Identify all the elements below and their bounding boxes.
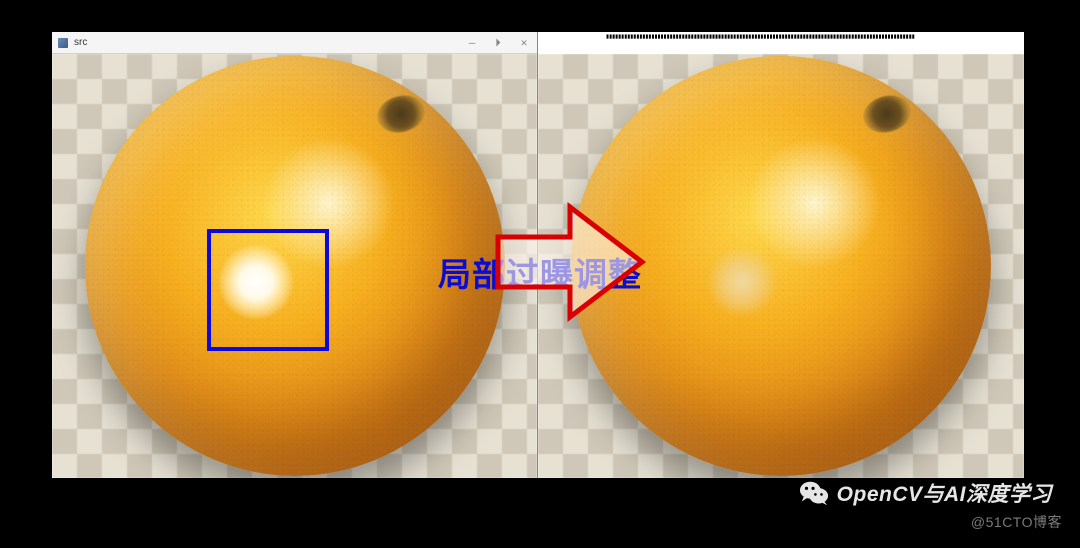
orange-fruit [571,56,991,476]
wechat-icon [799,478,829,508]
watermark: OpenCV与AI深度学习 [799,478,1052,508]
top-markers: ▮▮▮▮▮▮▮▮▮▮▮▮▮▮▮▮▮▮▮▮▮▮▮▮▮▮▮▮▮▮▮▮▮▮▮▮▮▮▮▮… [606,34,956,42]
corrected-highlight [705,245,779,319]
titlebar-right: ▮▮▮▮▮▮▮▮▮▮▮▮▮▮▮▮▮▮▮▮▮▮▮▮▮▮▮▮▮▮▮▮▮▮▮▮▮▮▮▮… [538,32,1024,54]
restore-button[interactable]: ⏵ [491,36,505,50]
window-controls: — ⏵ ✕ [465,36,531,50]
credit-text: @51CTO博客 [971,512,1062,532]
watermark-text: OpenCV与AI深度学习 [837,478,1052,508]
highlight-box [207,229,329,351]
close-button[interactable]: ✕ [517,36,531,50]
minimize-button[interactable]: — [465,36,479,50]
titlebar-left: src — ⏵ ✕ [52,32,537,54]
content-area: src — ⏵ ✕ ▮▮▮▮▮▮▮▮▮▮▮▮▮▮▮▮▮▮▮▮▮▮▮▮▮▮▮▮▮▮… [52,32,1024,478]
window-title: src [74,37,465,48]
src-image [52,54,537,478]
app-icon [58,38,68,48]
result-window: ▮▮▮▮▮▮▮▮▮▮▮▮▮▮▮▮▮▮▮▮▮▮▮▮▮▮▮▮▮▮▮▮▮▮▮▮▮▮▮▮… [538,32,1024,478]
src-window: src — ⏵ ✕ [52,32,538,478]
result-image [538,54,1024,478]
orange-texture [571,56,991,476]
